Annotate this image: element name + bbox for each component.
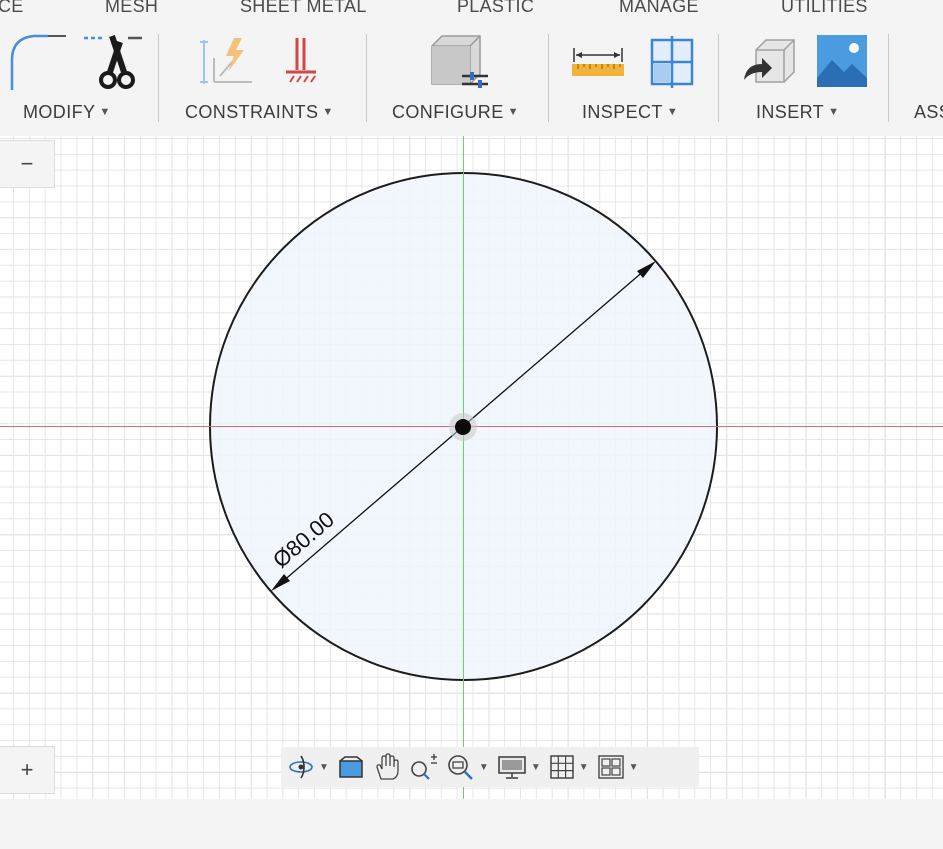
toolbar-divider [888, 34, 889, 122]
section-analysis-icon[interactable] [646, 34, 698, 95]
orbit-tool[interactable]: ▼ [287, 754, 329, 780]
insert-derive-icon[interactable] [742, 38, 796, 93]
pan-hand-icon [376, 753, 399, 780]
fillet-icon[interactable] [8, 32, 68, 97]
zoom-tool[interactable] [409, 753, 439, 781]
chevron-down-icon[interactable]: ▼ [319, 762, 329, 773]
sketch-constraints-icon[interactable] [198, 36, 258, 93]
toolbar-divider [366, 34, 367, 122]
grid-snaps-tool[interactable]: ▼ [549, 754, 589, 780]
sketch-canvas[interactable]: Ø80.00 [0, 136, 943, 799]
zoom-in-button[interactable]: + [0, 746, 55, 794]
insert-menu[interactable]: INSERT ▼ [756, 102, 839, 123]
center-point[interactable] [455, 419, 471, 435]
zoom-icon [411, 754, 437, 780]
toolbar-divider [718, 34, 719, 122]
navigation-bar: ▼ ▼ ▼ ▼ ▼ [281, 747, 699, 787]
inspect-label: INSPECT [582, 102, 663, 122]
measure-ruler-icon[interactable] [572, 44, 624, 83]
look-at-icon [339, 756, 363, 778]
display-settings-tool[interactable]: ▼ [497, 754, 541, 780]
fit-window-icon [448, 755, 473, 780]
fix-constraint-icon[interactable] [284, 36, 320, 93]
toolbar-divider [158, 34, 159, 122]
fit-tool[interactable]: ▼ [447, 753, 489, 781]
viewports-icon [597, 755, 624, 779]
insert-canvas-image-icon[interactable] [816, 34, 868, 93]
sketch-geometry: Ø80.00 [0, 136, 943, 799]
ribbon-toolbar: MODIFY ▼ CONSTRAINTS ▼ CONFIGURE ▼ INSPE… [0, 0, 943, 122]
chevron-down-icon[interactable]: ▼ [579, 762, 589, 773]
inspect-menu[interactable]: INSPECT ▼ [582, 102, 678, 123]
insert-label: INSERT [756, 102, 825, 122]
modify-label: MODIFY [23, 102, 96, 122]
trim-scissors-icon[interactable] [84, 32, 144, 97]
grid-snaps-icon [549, 755, 574, 779]
toolbar-divider [548, 34, 549, 122]
pan-tool[interactable] [373, 753, 401, 781]
assemble-label: ASS [914, 102, 943, 122]
constraints-menu[interactable]: CONSTRAINTS ▼ [185, 102, 334, 123]
modify-menu[interactable]: MODIFY ▼ [23, 102, 111, 123]
assemble-menu[interactable]: ASS [914, 102, 943, 123]
orbit-icon [289, 755, 313, 779]
chevron-down-icon[interactable]: ▼ [629, 762, 639, 773]
chevron-down-icon[interactable]: ▼ [531, 762, 541, 773]
display-settings-icon [498, 756, 526, 779]
look-at-tool[interactable] [337, 755, 365, 779]
configure-menu[interactable]: CONFIGURE ▼ [392, 102, 519, 123]
constraints-label: CONSTRAINTS [185, 102, 319, 122]
configure-label: CONFIGURE [392, 102, 504, 122]
viewports-tool[interactable]: ▼ [597, 754, 639, 780]
configure-parameters-icon[interactable] [428, 32, 490, 97]
chevron-down-icon[interactable]: ▼ [479, 762, 489, 773]
zoom-out-button[interactable]: − [0, 140, 55, 188]
